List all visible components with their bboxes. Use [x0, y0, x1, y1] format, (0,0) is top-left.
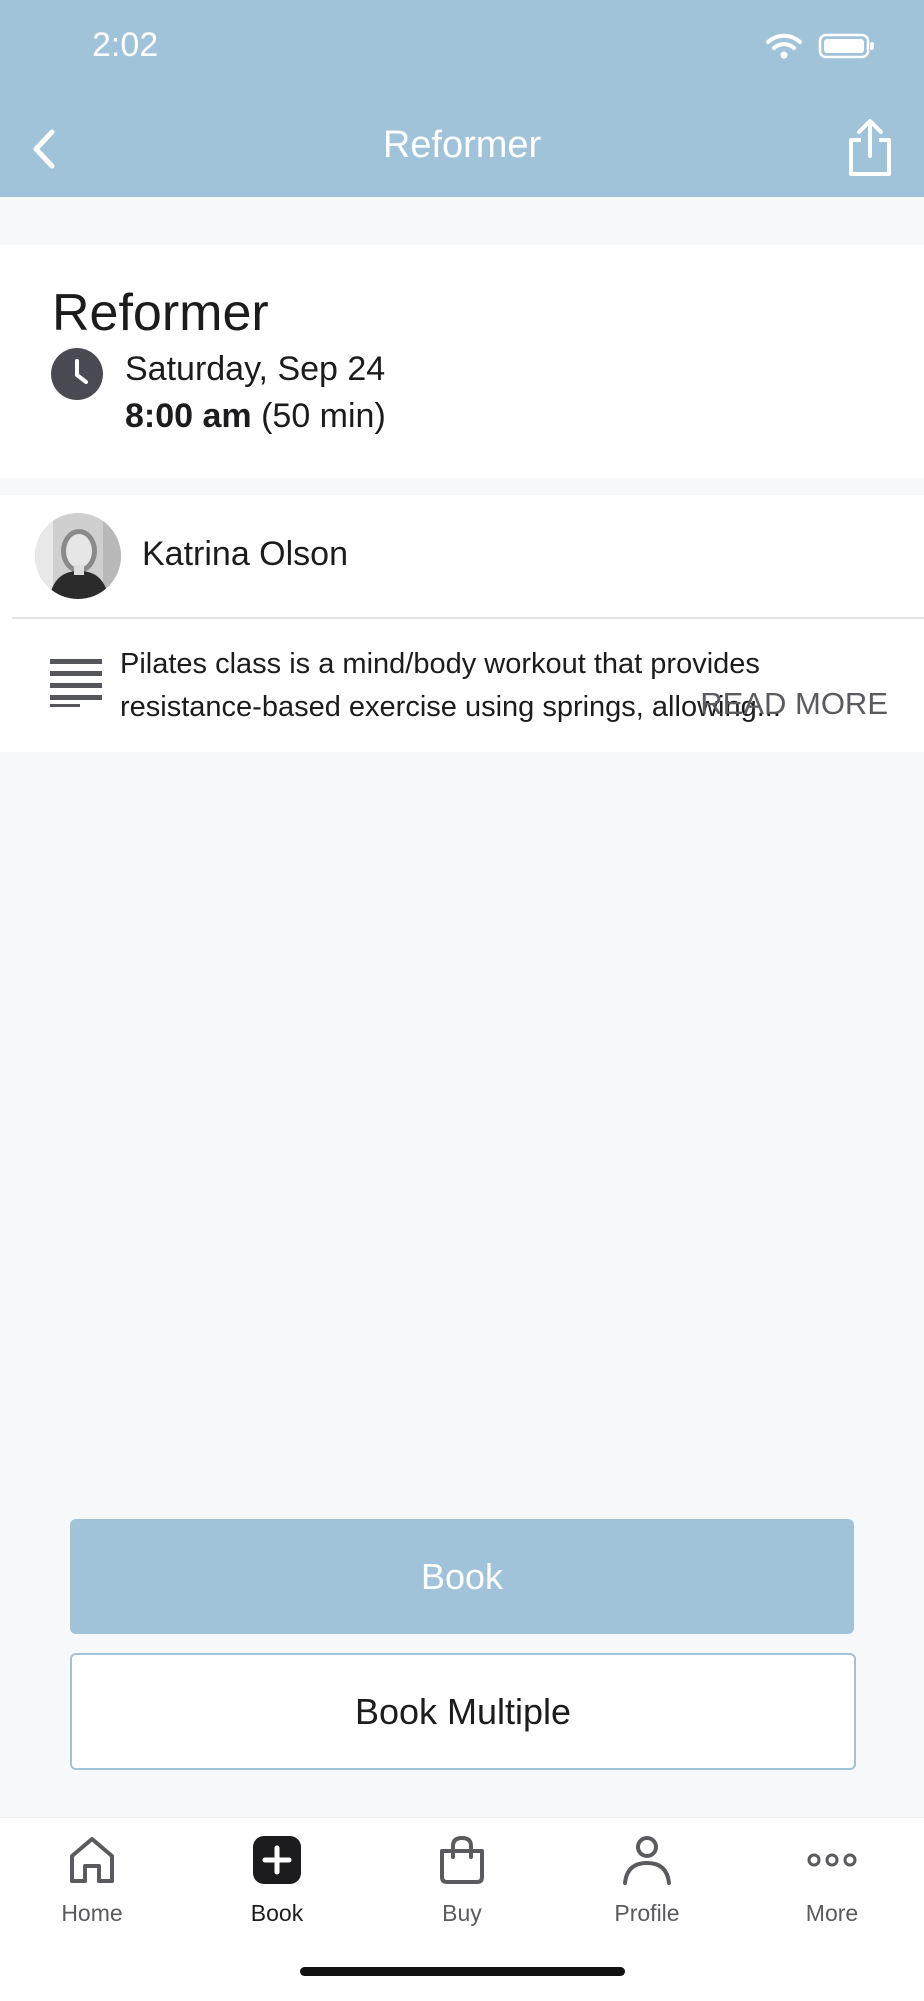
tab-buy-label: Buy	[442, 1900, 482, 1926]
tab-home[interactable]: Home	[12, 1834, 172, 1944]
class-time: 8:00 am (50 min)	[125, 397, 386, 436]
tab-book[interactable]: Book	[197, 1834, 357, 1944]
share-icon[interactable]	[842, 118, 898, 178]
status-time: 2:02	[92, 26, 159, 64]
plus-square-icon	[253, 1836, 301, 1884]
book-multiple-button[interactable]: Book Multiple	[70, 1653, 856, 1770]
tab-more-label: More	[805, 1900, 859, 1926]
tab-profile-label: Profile	[614, 1900, 680, 1926]
wifi-icon	[766, 33, 802, 59]
home-indicator[interactable]	[300, 1967, 625, 1976]
class-info-card: Reformer Saturday, Sep 24 8:00 am (50 mi…	[0, 245, 924, 478]
class-date: Saturday, Sep 24	[125, 350, 386, 388]
details-card: Katrina Olson Pilates class is a mind/bo…	[0, 495, 924, 752]
page-title: Reformer	[382, 124, 542, 166]
tab-profile[interactable]: Profile	[567, 1834, 727, 1944]
status-icons	[766, 32, 876, 60]
tab-home-label: Home	[61, 1900, 123, 1926]
instructor-name[interactable]: Katrina Olson	[142, 535, 348, 574]
nav-bar: Reformer	[0, 100, 924, 197]
class-duration: (50 min)	[261, 397, 386, 435]
book-button[interactable]: Book	[70, 1519, 854, 1634]
more-dots-icon	[807, 1853, 857, 1867]
shopping-bag-icon	[440, 1835, 484, 1884]
clock-icon	[51, 348, 103, 400]
status-bar: 2:02	[0, 0, 924, 100]
description-lines-icon	[50, 659, 102, 707]
instructor-avatar[interactable]	[35, 513, 121, 599]
read-more-link[interactable]: READ MORE	[700, 686, 888, 722]
tab-more[interactable]: More	[752, 1834, 912, 1944]
divider	[12, 617, 924, 619]
class-title: Reformer	[52, 284, 269, 342]
home-icon	[70, 1837, 114, 1883]
battery-icon	[818, 33, 874, 59]
tab-buy[interactable]: Buy	[382, 1834, 542, 1944]
person-icon	[623, 1836, 671, 1885]
tab-book-label: Book	[250, 1900, 304, 1926]
class-start-time: 8:00 am	[125, 397, 252, 435]
